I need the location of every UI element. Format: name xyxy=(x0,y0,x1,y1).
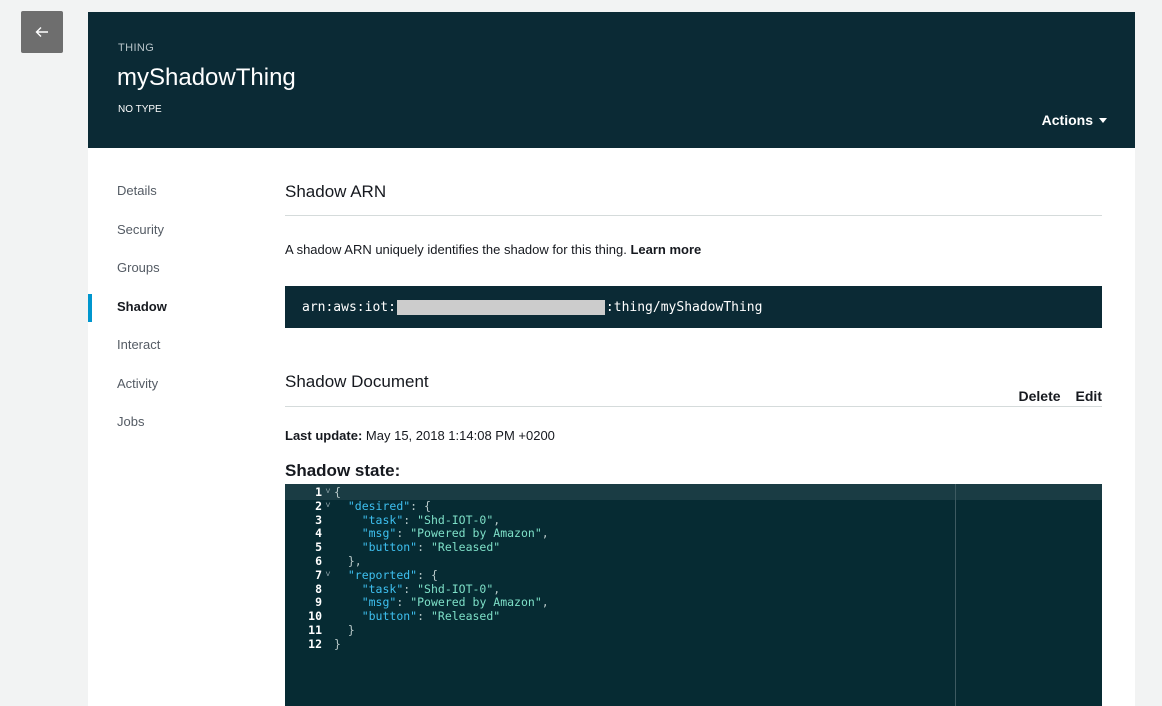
actions-label: Actions xyxy=(1041,112,1093,128)
last-update-label: Last update: xyxy=(285,428,363,443)
shadow-arn-description: A shadow ARN uniquely identifies the sha… xyxy=(285,242,701,257)
code-line: 1 ˅{ xyxy=(285,485,341,500)
code-line: 7 ˅ "reported": { xyxy=(285,567,438,583)
code-text: { xyxy=(334,485,341,499)
line-number: 10 xyxy=(308,609,322,624)
divider xyxy=(285,406,1102,407)
sidebar-item-security[interactable]: Security xyxy=(88,217,248,256)
code-text: "msg": "Powered by Amazon", xyxy=(361,595,549,610)
shadow-arn-heading: Shadow ARN xyxy=(285,182,387,201)
arn-prefix: arn:aws:iot: xyxy=(302,299,396,315)
sidebar-item-label: Shadow xyxy=(117,298,167,314)
actions-button[interactable]: Actions xyxy=(1042,112,1107,128)
code-text: "desired": { xyxy=(347,498,431,513)
sidebar-item-label: Details xyxy=(117,183,157,198)
code-text: "reported": { xyxy=(347,567,438,582)
line-number: 4 xyxy=(315,526,322,541)
code-line: 2 ˅ "desired": { xyxy=(285,498,431,514)
fold-toggle-icon[interactable]: ˅ xyxy=(322,500,334,514)
thing-eyebrow: THING xyxy=(118,42,155,54)
code-text: "button": "Released" xyxy=(361,540,501,555)
code-line: 10 "button": "Released" xyxy=(285,609,501,624)
sidebar-item-label: Groups xyxy=(117,260,160,275)
sidebar-item-activity[interactable]: Activity xyxy=(88,371,248,410)
code-line: 4 "msg": "Powered by Amazon", xyxy=(285,526,549,541)
sidebar-item-shadow[interactable]: Shadow xyxy=(88,293,248,333)
line-number: 9 xyxy=(315,595,322,610)
code-line: 9 "msg": "Powered by Amazon", xyxy=(285,595,549,610)
back-button[interactable] xyxy=(21,11,63,53)
sidebar-item-jobs[interactable]: Jobs xyxy=(88,409,248,448)
code-line: 11 } xyxy=(285,623,355,638)
active-line-highlight xyxy=(285,484,1102,500)
code-text: } xyxy=(334,636,341,651)
fold-toggle-icon[interactable]: ˅ xyxy=(322,569,334,583)
thing-type: NO TYPE xyxy=(118,104,162,115)
line-number: 11 xyxy=(308,623,322,637)
line-number: 3 xyxy=(315,512,322,527)
line-number: 6 xyxy=(315,554,322,568)
redacted-account-id xyxy=(396,299,605,315)
sidebar-item-label: Activity xyxy=(117,375,159,391)
description-text: A shadow ARN uniquely identifies the sha… xyxy=(285,242,627,257)
sidebar-nav: Details Security Groups Shadow Interact … xyxy=(88,178,248,448)
code-line: 6 }, xyxy=(285,554,362,569)
sidebar-item-label: Interact xyxy=(117,337,161,352)
learn-more-link[interactable]: Learn more xyxy=(630,242,701,257)
code-text: "task": "Shd-IOT-0", xyxy=(361,581,501,596)
document-actions: Delete Edit xyxy=(1019,388,1102,404)
sidebar-item-details[interactable]: Details xyxy=(88,178,248,217)
last-update: Last update: May 15, 2018 1:14:08 PM +02… xyxy=(285,428,555,443)
print-margin xyxy=(955,484,956,706)
divider xyxy=(285,215,1102,216)
sidebar-item-groups[interactable]: Groups xyxy=(88,255,248,294)
shadow-document-heading: Shadow Document xyxy=(285,372,429,391)
delete-button[interactable]: Delete xyxy=(1019,388,1061,404)
thing-header: THING myShadowThing NO TYPE Actions xyxy=(88,12,1135,148)
code-text: } xyxy=(347,623,355,637)
fold-toggle-icon[interactable]: ˅ xyxy=(322,486,334,500)
shadow-state-editor[interactable]: 1 ˅{2 ˅ "desired": {3 "task": "Shd-IOT-0",… xyxy=(285,484,1102,706)
code-line: 12} xyxy=(285,636,341,652)
code-line: 3 "task": "Shd-IOT-0", xyxy=(285,512,501,528)
sidebar-item-label: Security xyxy=(117,221,164,237)
last-update-value: May 15, 2018 1:14:08 PM +0200 xyxy=(365,428,555,443)
sidebar-item-interact[interactable]: Interact xyxy=(88,332,248,371)
code-text: "button": "Released" xyxy=(361,609,501,624)
code-line: 5 "button": "Released" xyxy=(285,540,501,555)
code-line: 8 "task": "Shd-IOT-0", xyxy=(285,581,501,597)
code-text: "msg": "Powered by Amazon", xyxy=(361,526,549,541)
sidebar-item-label: Jobs xyxy=(117,414,145,429)
arn-suffix: :thing/myShadowThing xyxy=(605,299,763,315)
shadow-state-heading: Shadow state: xyxy=(285,461,401,480)
arn-code-box: arn:aws:iot: :thing/myShadowThing xyxy=(285,286,1102,328)
code-text: }, xyxy=(347,554,362,568)
line-number: 2 xyxy=(315,498,322,513)
edit-button[interactable]: Edit xyxy=(1076,388,1102,404)
arrow-left-icon xyxy=(35,27,48,37)
active-indicator xyxy=(88,293,92,322)
code-text: "task": "Shd-IOT-0", xyxy=(361,512,501,527)
thing-detail-card: THING myShadowThing NO TYPE Actions Deta… xyxy=(88,12,1135,706)
line-number: 1 xyxy=(315,485,322,499)
line-number: 12 xyxy=(308,636,322,651)
line-number: 5 xyxy=(315,540,322,555)
caret-down-icon xyxy=(1099,118,1107,123)
line-number: 7 xyxy=(315,567,322,582)
line-number: 8 xyxy=(315,581,322,596)
thing-title: myShadowThing xyxy=(117,64,296,91)
